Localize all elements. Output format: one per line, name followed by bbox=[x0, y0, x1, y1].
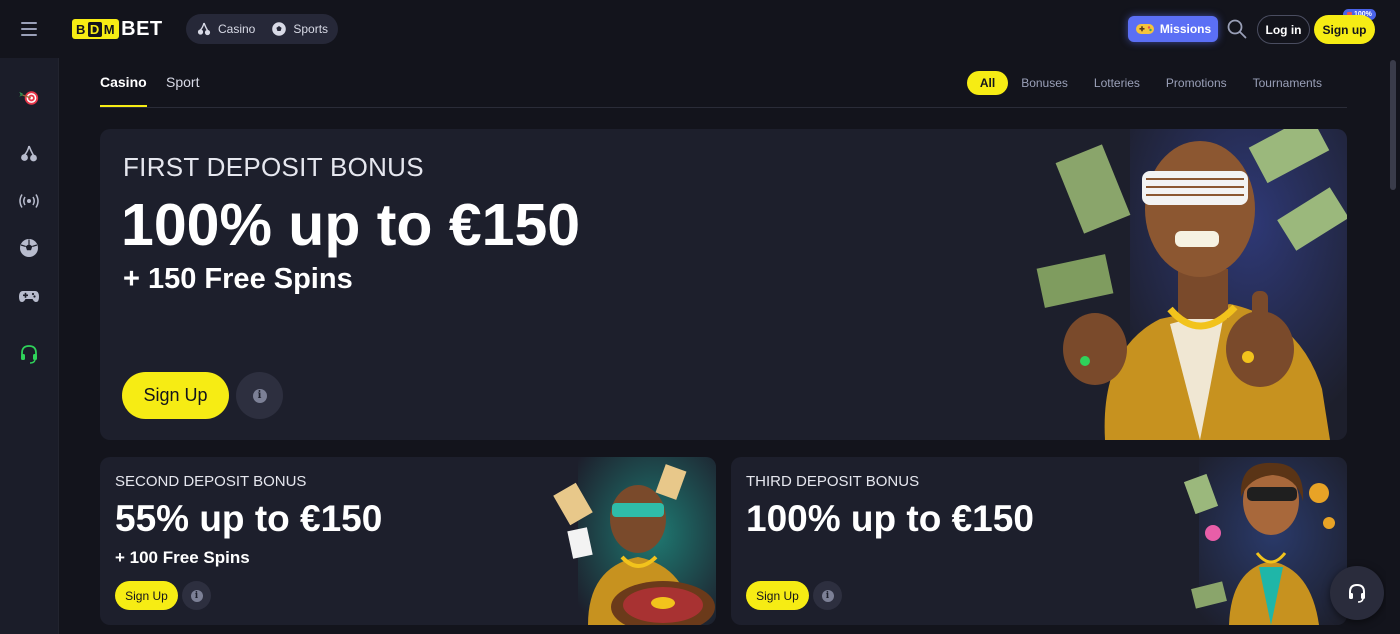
page-scrollbar[interactable] bbox=[1386, 58, 1400, 634]
second-bonus-info-button[interactable]: i bbox=[182, 581, 211, 610]
search-icon[interactable] bbox=[1226, 18, 1248, 40]
nav-sports-label: Sports bbox=[293, 22, 329, 36]
cherry-icon bbox=[197, 22, 211, 36]
filter-bonuses[interactable]: Bonuses bbox=[1008, 71, 1081, 95]
logo-letter-d: D bbox=[87, 21, 102, 37]
nav-casino-label: Casino bbox=[218, 22, 256, 36]
soccer-ball-icon bbox=[272, 22, 287, 36]
tab-sport[interactable]: Sport bbox=[166, 74, 199, 90]
login-button[interactable]: Log in bbox=[1257, 15, 1310, 44]
filter-tournaments[interactable]: Tournaments bbox=[1240, 71, 1335, 95]
banner-eyebrow: FIRST DEPOSIT BONUS bbox=[123, 152, 424, 182]
site-logo[interactable]: B D M BET bbox=[72, 18, 163, 40]
woman-with-coins-illustration bbox=[1183, 457, 1347, 625]
logo-box: B D M bbox=[72, 19, 120, 39]
banner-eyebrow: SECOND DEPOSIT BONUS bbox=[115, 473, 307, 490]
banner-title: 55% up to €150 bbox=[115, 498, 383, 539]
soccer-ball-icon[interactable] bbox=[17, 236, 41, 260]
scrollbar-thumb[interactable] bbox=[1390, 60, 1396, 190]
logo-letter-m: M bbox=[103, 21, 116, 37]
headset-icon bbox=[1349, 583, 1365, 603]
info-icon: i bbox=[190, 589, 203, 602]
top-nav: Casino Sports bbox=[186, 14, 339, 44]
left-sidebar bbox=[0, 58, 59, 634]
cherry-icon[interactable] bbox=[17, 142, 41, 166]
gangster-character-illustration bbox=[1036, 129, 1347, 440]
gamepad-icon bbox=[1135, 24, 1154, 34]
filter-lotteries[interactable]: Lotteries bbox=[1081, 71, 1153, 95]
banner-subtitle: + 100 Free Spins bbox=[115, 548, 250, 567]
third-deposit-banner: THIRD DEPOSIT BONUS 100% up to €150 Sign… bbox=[731, 457, 1347, 625]
darts-target-icon[interactable] bbox=[11, 80, 47, 116]
filter-all[interactable]: All bbox=[966, 71, 1009, 95]
banner-title: 100% up to €150 bbox=[746, 498, 1034, 539]
first-bonus-info-button[interactable]: i bbox=[236, 372, 283, 419]
first-deposit-banner: FIRST DEPOSIT BONUS 100% up to €150 + 15… bbox=[100, 129, 1347, 440]
promo-filters: All Bonuses Lotteries Promotions Tournam… bbox=[966, 71, 1335, 95]
info-icon: i bbox=[252, 388, 267, 403]
banner-subtitle: + 150 Free Spins bbox=[123, 263, 353, 295]
logo-suffix: BET bbox=[121, 17, 163, 40]
second-deposit-banner: SECOND DEPOSIT BONUS 55% up to €150 + 10… bbox=[100, 457, 716, 625]
first-bonus-signup-button[interactable]: Sign Up bbox=[122, 372, 229, 419]
headset-icon[interactable] bbox=[17, 342, 41, 366]
third-bonus-signup-button[interactable]: Sign Up bbox=[746, 581, 809, 610]
hamburger-icon[interactable] bbox=[14, 16, 44, 42]
info-icon: i bbox=[821, 589, 834, 602]
tab-casino[interactable]: Casino bbox=[100, 74, 147, 107]
banner-eyebrow: THIRD DEPOSIT BONUS bbox=[746, 473, 920, 490]
second-bonus-signup-button[interactable]: Sign Up bbox=[115, 581, 178, 610]
nav-sports[interactable]: Sports bbox=[271, 21, 328, 37]
gamepad-icon[interactable] bbox=[17, 284, 41, 308]
roulette-dealer-illustration bbox=[553, 457, 716, 625]
logo-letter-b: B bbox=[76, 21, 86, 37]
missions-button[interactable]: Missions bbox=[1128, 16, 1218, 42]
banner-title: 100% up to €150 bbox=[121, 192, 581, 258]
filter-promotions[interactable]: Promotions bbox=[1153, 71, 1240, 95]
nav-casino[interactable]: Casino bbox=[196, 21, 255, 37]
missions-label: Missions bbox=[1159, 22, 1212, 36]
header-signup-button[interactable]: Sign up bbox=[1314, 15, 1375, 44]
live-broadcast-icon[interactable] bbox=[17, 189, 41, 213]
top-header: B D M BET Casino Sports Missions 100% Lo… bbox=[0, 0, 1400, 58]
live-support-button[interactable] bbox=[1330, 566, 1384, 620]
third-bonus-info-button[interactable]: i bbox=[813, 581, 842, 610]
